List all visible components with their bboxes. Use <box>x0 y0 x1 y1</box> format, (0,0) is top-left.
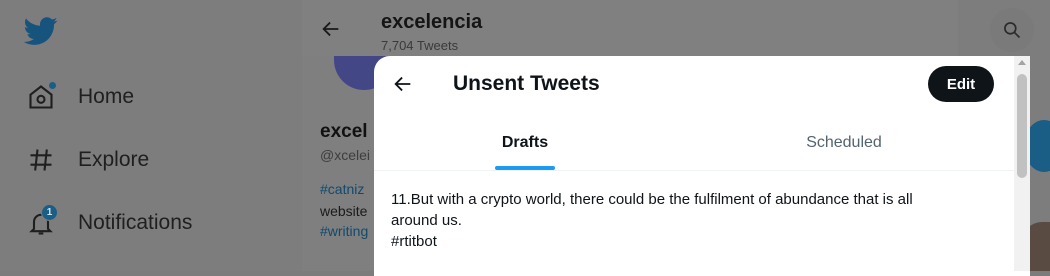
bio-hashtag-link[interactable]: #writing <box>320 223 368 239</box>
scroll-up-arrow-icon[interactable] <box>1018 60 1026 65</box>
tab-label: Drafts <box>501 134 549 151</box>
twitter-logo-icon[interactable] <box>23 14 58 48</box>
sidebar-item-label: Notifications <box>78 211 193 234</box>
tweet-count: 7,704 Tweets <box>381 38 459 53</box>
back-arrow-icon[interactable] <box>320 18 342 40</box>
sidebar-item-explore[interactable]: Explore <box>24 140 149 180</box>
sidebar-item-notifications[interactable]: 1 Notifications <box>24 203 192 243</box>
home-notification-dot <box>49 82 56 89</box>
modal-title: Unsent Tweets <box>453 72 600 95</box>
bio-hashtag-link[interactable]: #catniz <box>320 181 364 197</box>
draft-list-item[interactable]: 11.But with a crypto world, there could … <box>374 171 1012 271</box>
tab-scheduled[interactable]: Scheduled <box>676 116 1012 170</box>
search-button[interactable] <box>990 8 1034 52</box>
draft-text-line: around us. <box>391 212 462 229</box>
draft-text: 11.But with a crypto world, there could … <box>391 189 991 252</box>
notification-badge: 1 <box>41 204 58 221</box>
modal-scrollbar[interactable] <box>1014 56 1030 271</box>
profile-display-name: excel <box>320 121 368 142</box>
sidebar-item-home[interactable]: Home <box>24 77 134 117</box>
sidebar: Home Explore 1 Notifications <box>0 0 302 271</box>
tab-drafts[interactable]: Drafts <box>374 116 676 170</box>
profile-handle: @xcelei <box>320 147 371 163</box>
edit-button[interactable]: Edit <box>928 66 994 102</box>
sidebar-item-label: Home <box>78 85 135 108</box>
draft-text-line: 11.But with a crypto world, there could … <box>391 191 913 208</box>
hashtag-icon <box>24 143 58 177</box>
scrollbar-thumb[interactable] <box>1017 74 1027 178</box>
home-icon <box>24 80 58 114</box>
back-arrow-icon[interactable] <box>392 73 414 95</box>
profile-header-bar: excelencia 7,704 Tweets <box>302 0 958 56</box>
tab-label: Scheduled <box>806 134 882 151</box>
profile-name-header: excelencia <box>381 11 483 33</box>
draft-hashtag: #rtitbot <box>391 233 437 250</box>
search-icon <box>1004 22 1021 39</box>
unsent-tweets-modal: Unsent Tweets Edit Drafts Scheduled 11.B… <box>374 56 1030 276</box>
sidebar-item-label: Explore <box>78 148 150 171</box>
bio-text: website <box>320 203 368 219</box>
bell-icon: 1 <box>24 204 58 240</box>
